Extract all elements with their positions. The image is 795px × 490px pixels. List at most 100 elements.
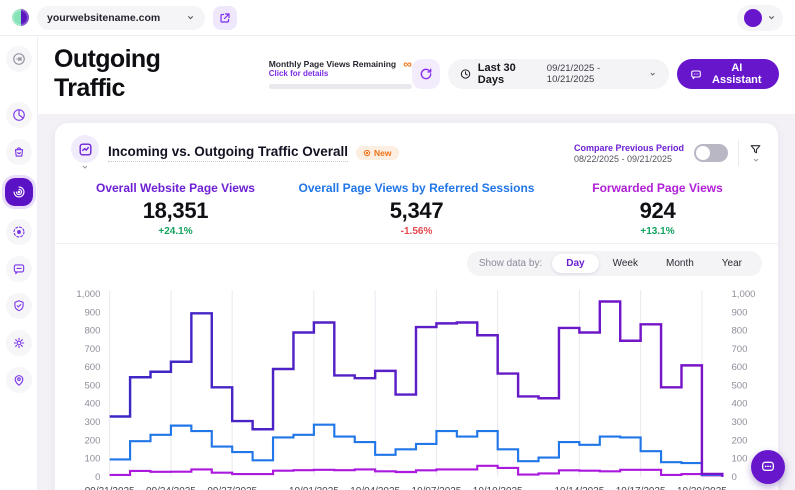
compare-label: Compare Previous Period [574,143,684,153]
shop-bag-icon [12,145,26,159]
metric-referred-sessions: Overall Page Views by Referred Sessions … [296,181,537,237]
clock-icon [460,68,471,80]
gear-icon [12,336,26,350]
svg-text:100: 100 [84,454,100,465]
sidebar-nav [0,36,38,490]
svg-text:0: 0 [731,472,736,483]
sidebar-item-chat[interactable] [6,256,32,282]
svg-text:400: 400 [84,399,100,410]
svg-text:10/07/2025: 10/07/2025 [412,486,462,490]
ai-assistant-label: AI Assistant [708,62,766,86]
metric-value: 924 [537,198,778,224]
range-label: Last 30 Days [478,62,540,86]
tab-week[interactable]: Week [599,254,652,273]
tab-day[interactable]: Day [552,254,598,273]
chevron-down-icon [186,13,195,22]
svg-text:500: 500 [84,381,100,392]
avatar [744,9,762,27]
svg-text:0: 0 [95,472,100,483]
date-range-selector[interactable]: Last 30 Days 09/21/2025 - 10/21/2025 [448,59,669,89]
metric-label: Overall Page Views by Referred Sessions [296,181,537,195]
svg-text:600: 600 [731,362,747,373]
svg-text:200: 200 [731,435,747,446]
svg-text:300: 300 [731,417,747,428]
chevron-down-icon [81,163,89,171]
radar-icon [12,185,26,199]
granularity-switcher: Show data by: Day Week Month Year [467,251,762,276]
svg-text:800: 800 [84,326,100,337]
svg-text:09/24/2025: 09/24/2025 [146,486,196,490]
tab-year[interactable]: Year [708,254,756,273]
ai-assistant-button[interactable]: AI Assistant [677,59,779,89]
metric-change: +13.1% [537,226,778,237]
svg-text:900: 900 [731,307,747,318]
app-logo [12,9,29,26]
page-header: Outgoing Traffic Monthly Page Views Rema… [38,36,795,114]
svg-text:10/20/2025: 10/20/2025 [677,486,727,490]
svg-text:100: 100 [731,454,747,465]
svg-text:900: 900 [84,307,100,318]
external-link-icon [219,12,231,24]
new-badge: New [356,146,398,160]
svg-text:700: 700 [84,344,100,355]
location-pin-icon [12,373,26,387]
sidebar-item-shop-bag[interactable] [6,139,32,165]
compare-range: 08/22/2025 - 09/21/2025 [574,154,684,164]
divider [738,140,739,166]
chevron-down-icon [752,156,760,164]
pie-chart-icon [12,108,26,122]
sidebar-item-shield-check[interactable] [6,293,32,319]
svg-text:10/17/2025: 10/17/2025 [616,486,666,490]
chevron-down-icon [649,70,656,78]
sparkle-icon [363,149,371,157]
sidebar-item-sidebar-collapse[interactable] [6,46,32,72]
quota-details-link[interactable]: Click for details [269,69,396,78]
svg-text:800: 800 [731,326,747,337]
chat-bubble-icon [690,68,702,81]
range-dates: 09/21/2025 - 10/21/2025 [547,63,642,85]
target-icon [12,225,26,239]
traffic-step-chart[interactable]: 0010010020020030030040040050050060060070… [55,280,778,490]
metric-label: Overall Website Page Views [55,181,296,195]
svg-text:1,000: 1,000 [731,289,755,300]
sidebar-item-location-pin[interactable] [6,367,32,393]
infinity-icon: ∞ [403,59,412,69]
site-selector[interactable]: yourwebsitename.com [37,6,205,30]
sidebar-item-gear[interactable] [6,330,32,356]
site-name: yourwebsitename.com [47,12,160,24]
metric-forwarded-page-views: Forwarded Page Views 924 +13.1% [537,181,778,237]
svg-text:10/14/2025: 10/14/2025 [554,486,604,490]
widget-menu[interactable] [71,135,99,171]
metric-change: +24.1% [55,226,296,237]
tab-month[interactable]: Month [652,254,708,273]
svg-text:10/04/2025: 10/04/2025 [350,486,400,490]
svg-text:09/27/2025: 09/27/2025 [207,486,257,490]
show-data-by-label: Show data by: [479,258,542,269]
svg-text:700: 700 [731,344,747,355]
sidebar-item-radar[interactable] [5,178,33,206]
svg-text:400: 400 [731,399,747,410]
metric-overall-page-views: Overall Website Page Views 18,351 +24.1% [55,181,296,237]
support-chat-button[interactable] [751,450,785,484]
page-title: Outgoing Traffic [54,45,227,103]
external-link-button[interactable] [213,6,237,30]
chevron-down-icon [767,13,776,22]
compare-previous-period: Compare Previous Period 08/22/2025 - 09/… [574,143,684,164]
svg-text:600: 600 [84,362,100,373]
sidebar-item-target[interactable] [6,219,32,245]
user-menu[interactable] [737,5,783,31]
filter-button[interactable] [749,143,762,164]
chat-icon [12,262,26,276]
sidebar-item-pie-chart[interactable] [6,102,32,128]
metric-value: 18,351 [55,198,296,224]
refresh-button[interactable] [412,59,440,89]
svg-text:200: 200 [84,435,100,446]
metrics-row: Overall Website Page Views 18,351 +24.1%… [55,173,778,243]
quota-progress-bar [269,84,412,89]
quota-widget: Monthly Page Views Remaining Click for d… [269,59,412,89]
funnel-icon [749,143,762,156]
card-title: Incoming vs. Outgoing Traffic Overall [108,144,348,162]
svg-text:1,000: 1,000 [76,289,100,300]
compare-toggle[interactable] [694,144,728,162]
trend-chart-icon [78,142,93,157]
